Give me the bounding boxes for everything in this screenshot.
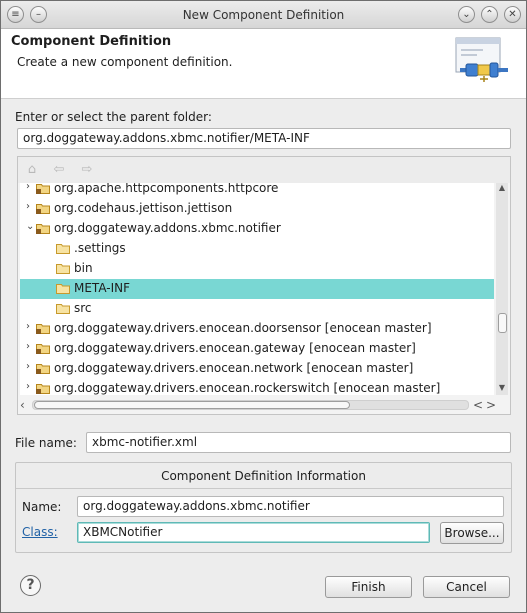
dialog-window: ≡ – New Component Definition ⌄ ⌃ ✕ Compo… — [0, 0, 527, 613]
tree-row-label: .settings — [74, 241, 126, 255]
tree-vertical-scrollbar[interactable]: ▲ ▼ — [496, 183, 508, 395]
tree-row[interactable]: ⌄ org.doggateway.addons.xbmc.notifier — [20, 219, 494, 239]
group-title: Component Definition Information — [161, 469, 366, 483]
banner-description: Create a new component definition. — [17, 55, 233, 69]
project-icon — [36, 204, 50, 214]
collapsed-chevron-icon[interactable]: › — [26, 321, 30, 332]
project-icon — [36, 184, 50, 194]
horizontal-scroll-track[interactable] — [32, 400, 469, 410]
project-icon — [36, 384, 50, 394]
scroll-left-icon[interactable]: ‹ — [20, 398, 25, 412]
collapsed-chevron-icon[interactable]: › — [26, 341, 30, 352]
tree-horizontal-scrollbar[interactable]: ‹ < > — [18, 397, 510, 413]
minimize-icon[interactable]: ⌄ — [458, 6, 475, 23]
scroll-up-icon[interactable]: ▲ — [496, 183, 508, 192]
tree-row-label: org.doggateway.addons.xbmc.notifier — [54, 221, 281, 235]
tree-row[interactable]: › org.doggateway.drivers.enocean.doorsens… — [20, 319, 494, 339]
tree-row-label: org.doggateway.drivers.enocean.network [… — [54, 361, 414, 375]
folder-icon — [56, 264, 70, 274]
plug-wizard-icon — [455, 37, 508, 82]
tree-row-label: org.doggateway.drivers.enocean.doorsenso… — [54, 321, 432, 335]
tree-row-label: org.doggateway.drivers.enocean.rockerswi… — [54, 381, 441, 395]
class-link[interactable]: Class: — [22, 525, 58, 539]
folder-tree[interactable]: › org.apache.httpcomponents.httpcore › org.… — [20, 183, 494, 395]
vertical-scroll-thumb[interactable] — [498, 313, 507, 333]
name-label: Name: — [22, 500, 62, 514]
wizard-banner: Component Definition Create a new compon… — [1, 29, 526, 99]
parent-folder-label: Enter or select the parent folder: — [15, 110, 212, 124]
close-icon[interactable]: ✕ — [504, 6, 521, 23]
scroll-left-icon-2[interactable]: < — [473, 398, 483, 412]
folder-icon — [56, 284, 70, 294]
project-icon — [36, 324, 50, 334]
project-icon — [36, 344, 50, 354]
collapsed-chevron-icon[interactable]: › — [26, 201, 30, 212]
window-title: New Component Definition — [182, 8, 345, 22]
folder-icon — [56, 244, 70, 254]
tree-row-label: src — [74, 301, 92, 315]
help-icon[interactable]: ? — [20, 575, 41, 596]
horizontal-scroll-thumb[interactable] — [34, 401, 350, 409]
scroll-right-icon[interactable]: > — [486, 398, 496, 412]
tree-row[interactable]: bin — [20, 259, 494, 279]
tree-toolbar: ⌂ ⇦ ⇨ — [18, 157, 510, 183]
project-icon — [36, 364, 50, 374]
collapsed-chevron-icon[interactable]: › — [26, 381, 30, 392]
tree-row[interactable]: › org.doggateway.drivers.enocean.rockersw… — [20, 379, 494, 395]
browse-button[interactable]: Browse... — [440, 522, 504, 544]
tree-row[interactable]: › org.codehaus.jettison.jettison — [20, 199, 494, 219]
name-input[interactable]: org.doggateway.addons.xbmc.notifier — [77, 496, 504, 517]
tree-row[interactable]: .settings — [20, 239, 494, 259]
tree-row-label: org.codehaus.jettison.jettison — [54, 201, 233, 215]
collapsed-chevron-icon[interactable]: › — [26, 361, 30, 372]
folder-tree-panel: ⌂ ⇦ ⇨ › org.apache.httpcomponents.httpcor… — [17, 156, 511, 415]
parent-folder-input[interactable]: org.doggateway.addons.xbmc.notifier/META… — [17, 128, 511, 149]
tree-row[interactable]: › org.apache.httpcomponents.httpcore — [20, 183, 494, 199]
file-name-label: File name: — [15, 436, 77, 450]
home-icon[interactable]: ⌂ — [24, 163, 40, 177]
tree-row[interactable]: META-INF — [20, 279, 494, 299]
tree-row[interactable]: src — [20, 299, 494, 319]
tree-row-label: org.doggateway.drivers.enocean.gateway [… — [54, 341, 416, 355]
back-arrow-icon[interactable]: ⇦ — [51, 163, 67, 177]
component-info-group: Component Definition Information Name: o… — [15, 462, 512, 553]
tree-row-label: bin — [74, 261, 93, 275]
forward-arrow-icon[interactable]: ⇨ — [79, 163, 95, 177]
project-icon — [36, 224, 50, 234]
tree-row[interactable]: › org.doggateway.drivers.enocean.gateway … — [20, 339, 494, 359]
folder-icon — [56, 304, 70, 314]
cancel-button[interactable]: Cancel — [423, 576, 510, 598]
tree-row-label: org.apache.httpcomponents.httpcore — [54, 183, 279, 195]
title-bar: ≡ – New Component Definition ⌄ ⌃ ✕ — [1, 1, 526, 29]
class-input[interactable]: XBMCNotifier — [77, 522, 430, 543]
tree-row[interactable]: › org.doggateway.drivers.enocean.network … — [20, 359, 494, 379]
banner-title: Component Definition — [11, 34, 172, 49]
expanded-chevron-icon[interactable]: ⌄ — [26, 221, 34, 232]
maximize-icon[interactable]: ⌃ — [481, 6, 498, 23]
collapsed-chevron-icon[interactable]: › — [26, 183, 30, 192]
finish-button[interactable]: Finish — [325, 576, 412, 598]
group-divider — [16, 488, 511, 489]
tree-row-label: META-INF — [74, 281, 131, 295]
scroll-down-icon[interactable]: ▼ — [496, 383, 508, 392]
file-name-input[interactable]: xbmc-notifier.xml — [86, 432, 511, 453]
